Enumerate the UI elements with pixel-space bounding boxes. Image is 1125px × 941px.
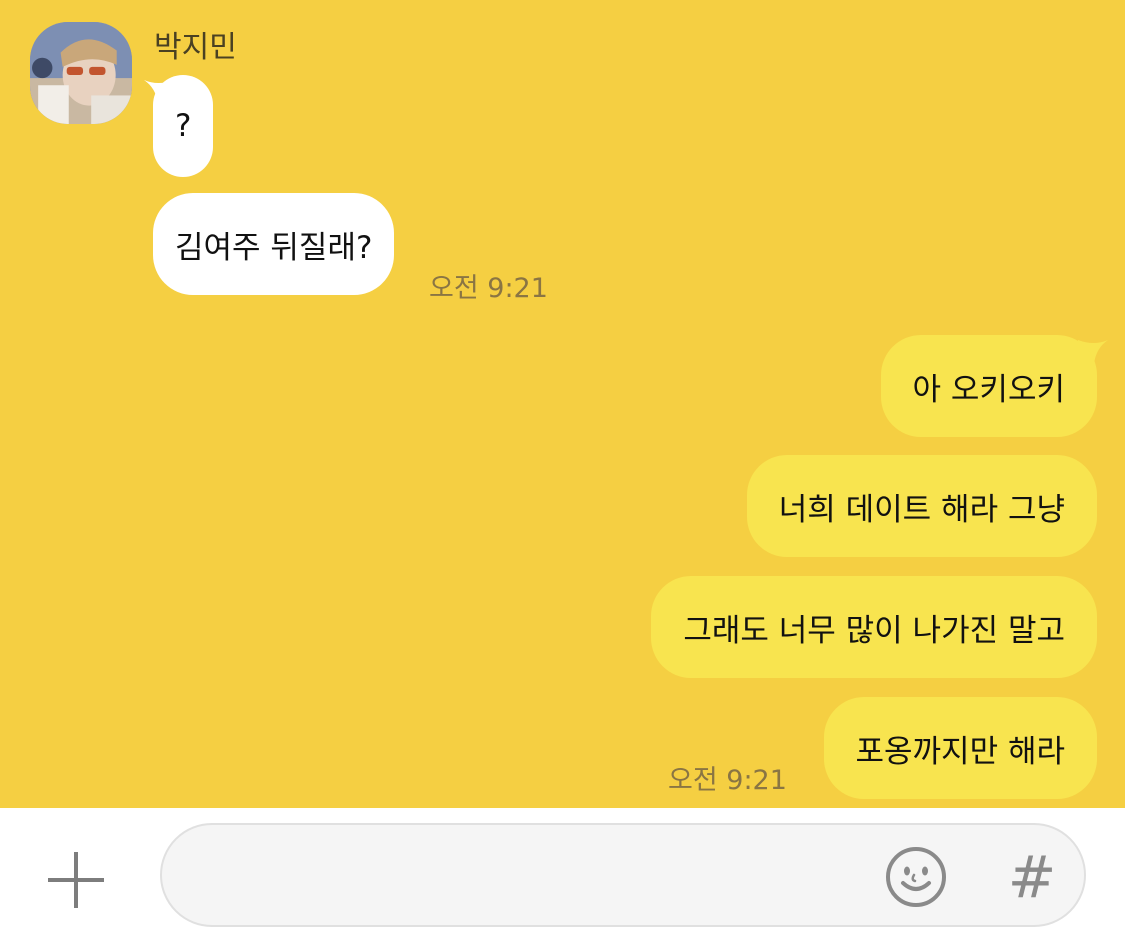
add-attachment-button[interactable] bbox=[46, 850, 106, 910]
message-input[interactable] bbox=[192, 845, 876, 907]
message-text: ? bbox=[175, 108, 192, 144]
incoming-message-bubble[interactable]: ? bbox=[153, 75, 214, 177]
chat-area[interactable]: 박지민 ? 김여주 뒤질래? 오전 9:21 아 오키오키 너희 데이트 해라 … bbox=[0, 0, 1125, 808]
message-input-bar: # bbox=[0, 808, 1125, 941]
emoji-button[interactable] bbox=[884, 845, 948, 909]
outgoing-message-bubble[interactable]: 아 오키오키 bbox=[880, 335, 1097, 437]
outgoing-message-bubble[interactable]: 그래도 너무 많이 나가진 말고 bbox=[651, 576, 1097, 678]
outgoing-message-bubble[interactable]: 포옹까지만 해라 bbox=[823, 697, 1097, 799]
incoming-message-bubble[interactable]: 김여주 뒤질래? bbox=[153, 193, 395, 295]
avatar-photo bbox=[30, 22, 132, 124]
plus-icon bbox=[48, 852, 104, 908]
smiley-icon bbox=[886, 847, 946, 907]
message-text: 포옹까지만 해라 bbox=[855, 733, 1066, 770]
hashtag-search-button[interactable]: # bbox=[1002, 845, 1062, 909]
message-text: 너희 데이트 해라 그냥 bbox=[778, 491, 1065, 528]
message-timestamp: 오전 9:21 bbox=[668, 765, 787, 796]
message-text-field[interactable]: # bbox=[160, 823, 1086, 927]
sender-name: 박지민 bbox=[154, 30, 237, 65]
message-text: 김여주 뒤질래? bbox=[175, 229, 373, 266]
sender-avatar[interactable] bbox=[30, 22, 132, 124]
message-text: 그래도 너무 많이 나가진 말고 bbox=[683, 612, 1065, 649]
outgoing-message-bubble[interactable]: 너희 데이트 해라 그냥 bbox=[746, 455, 1097, 557]
message-timestamp: 오전 9:21 bbox=[429, 273, 548, 304]
message-text: 아 오키오키 bbox=[912, 371, 1065, 408]
